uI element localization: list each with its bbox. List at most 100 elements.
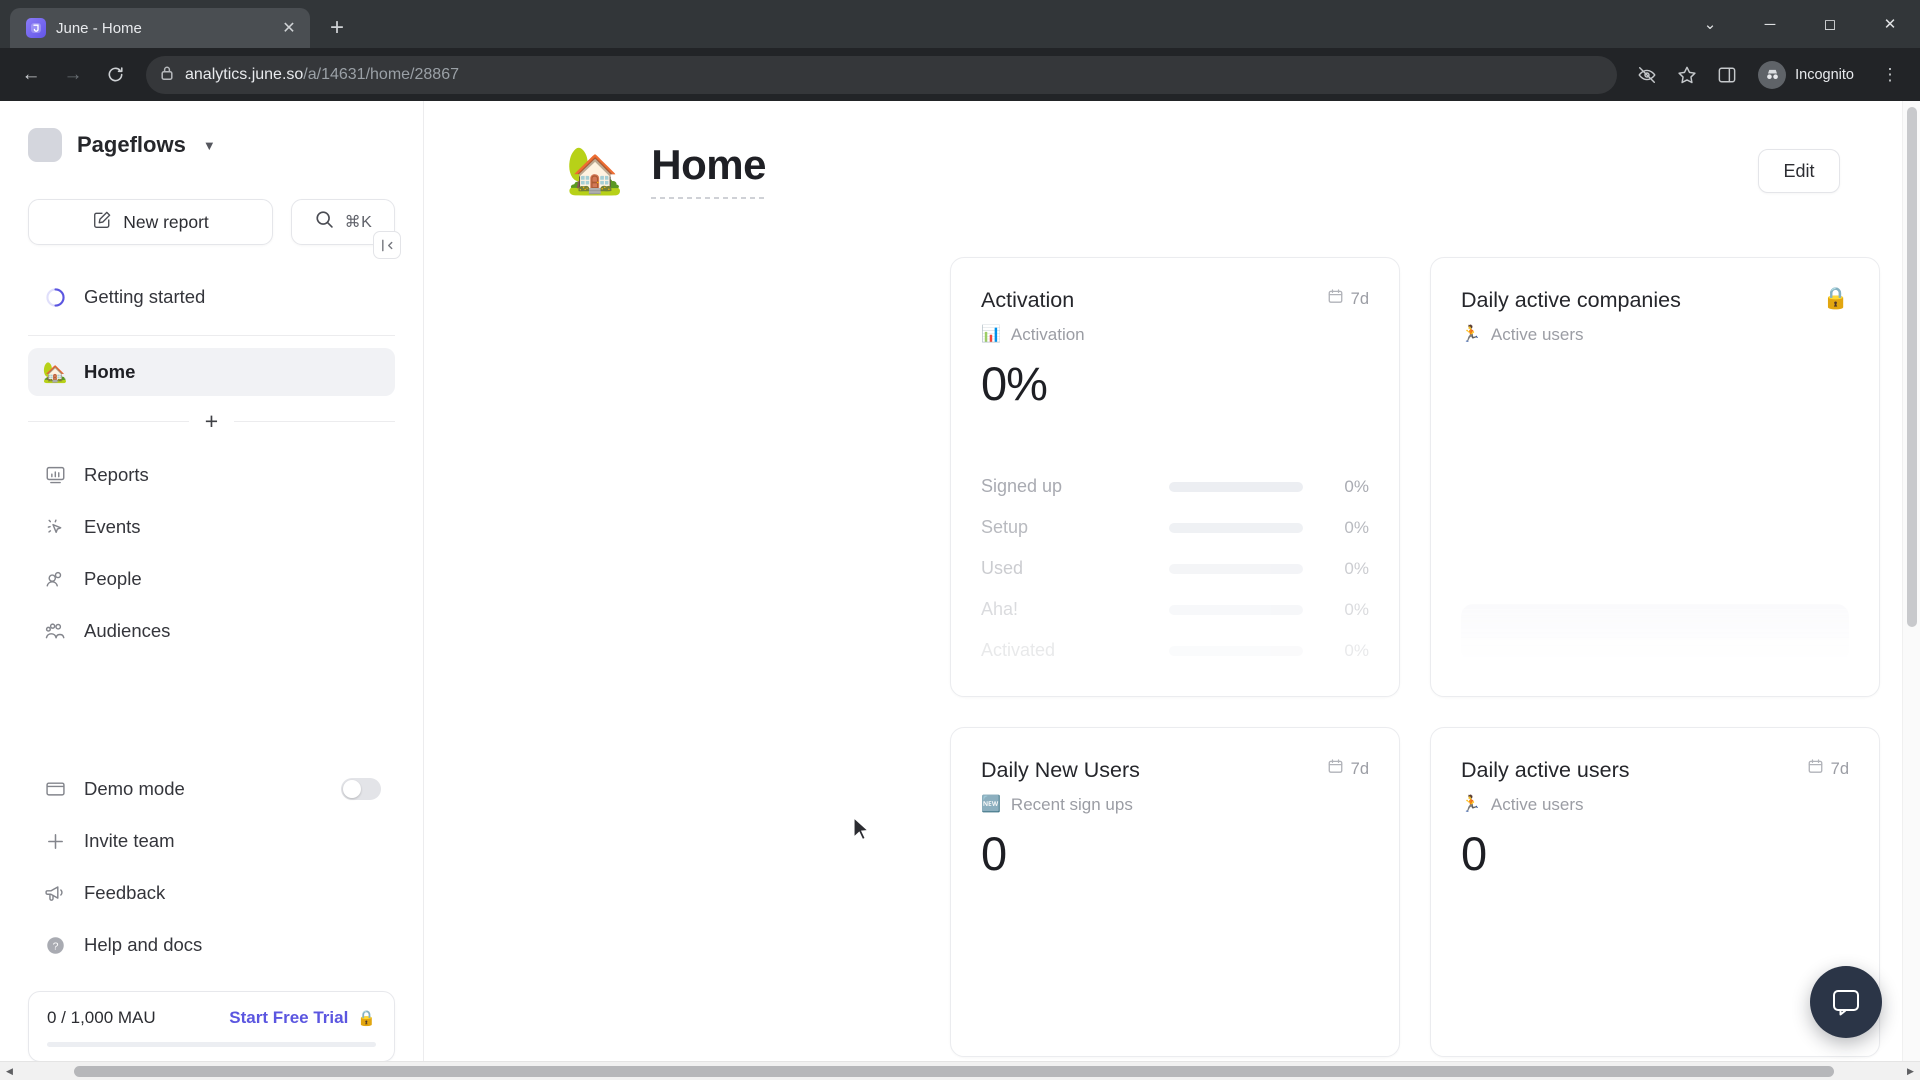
page-title: Home — [651, 141, 766, 189]
sidebar-item-label: People — [84, 568, 142, 590]
side-panel-icon[interactable] — [1709, 57, 1745, 93]
date-range-badge[interactable]: 7d — [1327, 758, 1369, 780]
activation-funnel: Signed up 0% Setup 0% Used — [981, 466, 1369, 671]
sidebar-header: Pageflows ▼ — [0, 101, 423, 167]
lock-emoji-icon[interactable]: 🔒 — [1823, 288, 1849, 309]
card-header: Daily active users 🏃 Active users — [1461, 758, 1849, 815]
reload-icon[interactable] — [96, 56, 134, 94]
funnel-step-value: 0% — [1321, 477, 1369, 497]
card-stat-value: 0 — [1461, 829, 1849, 878]
new-tab-button[interactable]: + — [320, 11, 354, 45]
sidebar-item-events[interactable]: Events — [28, 503, 395, 551]
card-title: Daily active users — [1461, 758, 1629, 784]
card-header: Daily active companies 🏃 Active users 🔒 — [1461, 288, 1849, 345]
vertical-scrollbar-thumb[interactable] — [1907, 107, 1917, 627]
card-subtitle-label: Recent sign ups — [1011, 795, 1133, 815]
card-daily-new-users[interactable]: Daily New Users 🆕 Recent sign ups — [950, 727, 1400, 1057]
close-icon[interactable]: ✕ — [278, 17, 300, 39]
card-subtitle: 🏃 Active users — [1461, 795, 1629, 815]
demo-mode-icon — [42, 778, 68, 801]
funnel-step-bar — [1169, 523, 1303, 533]
funnel-row: Activated 0% — [981, 630, 1369, 671]
demo-mode-toggle[interactable] — [341, 778, 381, 800]
app-sidebar: Pageflows ▼ Ne — [0, 101, 424, 1080]
sidebar-item-label: Audiences — [84, 620, 170, 642]
mau-usage-card: 0 / 1,000 MAU Start Free Trial 🔒 — [28, 991, 395, 1062]
sidebar-item-label: Help and docs — [84, 934, 202, 956]
tab-search-icon[interactable]: ⌄ — [1680, 0, 1740, 48]
sidebar-item-invite-team[interactable]: Invite team — [28, 817, 395, 865]
funnel-step-value: 0% — [1321, 641, 1369, 661]
divider-line-right — [234, 421, 395, 422]
funnel-step-value: 0% — [1321, 518, 1369, 538]
funnel-row: Setup 0% — [981, 507, 1369, 548]
arrow-right-icon[interactable]: → — [54, 56, 92, 94]
sidebar-item-audiences[interactable]: Audiences — [28, 607, 395, 655]
house-emoji-icon: 🏡 — [566, 147, 623, 193]
sidebar-item-home[interactable]: 🏡 Home — [28, 348, 395, 396]
minimize-button[interactable]: ─ — [1740, 0, 1800, 48]
card-activation[interactable]: Activation 📊 Activation — [950, 257, 1400, 697]
divider-line-left — [28, 421, 189, 422]
scroll-left-icon[interactable]: ◀ — [0, 1062, 19, 1080]
sidebar-item-help-and-docs[interactable]: ? Help and docs — [28, 921, 395, 969]
support-chat-button[interactable] — [1810, 966, 1882, 1038]
url-text: analytics.june.so/a/14631/home/28867 — [185, 66, 459, 84]
runner-emoji-icon: 🏃 — [1461, 797, 1481, 813]
sidebar-item-feedback[interactable]: Feedback — [28, 869, 395, 917]
close-window-button[interactable]: ✕ — [1860, 0, 1920, 48]
edit-button[interactable]: Edit — [1758, 149, 1840, 193]
sidebar-item-getting-started[interactable]: Getting started — [28, 273, 395, 321]
sidebar-item-demo-mode[interactable]: Demo mode — [28, 765, 395, 813]
start-free-trial-link[interactable]: Start Free Trial 🔒 — [229, 1008, 376, 1028]
arrow-left-icon[interactable]: ← — [12, 56, 50, 94]
new-report-button[interactable]: New report — [28, 199, 273, 245]
workspace-logo-icon — [28, 128, 62, 162]
mau-count-label: 0 / 1,000 MAU — [47, 1008, 156, 1028]
profile-chip[interactable]: Incognito — [1753, 57, 1868, 93]
funnel-step-bar — [1169, 605, 1303, 615]
plus-icon — [42, 831, 68, 852]
funnel-step-label: Used — [981, 558, 1151, 579]
eye-off-icon[interactable] — [1629, 57, 1665, 93]
page-title-box: Home — [651, 141, 766, 199]
date-range-label: 7d — [1351, 290, 1369, 309]
maximize-button[interactable]: ◻ — [1800, 0, 1860, 48]
horizontal-scrollbar[interactable]: ◀ ▶ — [0, 1061, 1920, 1080]
vertical-scrollbar[interactable] — [1902, 101, 1920, 1080]
browser-tab[interactable]: June - Home ✕ — [10, 8, 310, 48]
bar-chart-emoji-icon: 📊 — [981, 327, 1001, 343]
sidebar-item-reports[interactable]: Reports — [28, 451, 395, 499]
search-icon — [314, 209, 335, 235]
browser-window: June - Home ✕ + ⌄ ─ ◻ ✕ ← → — [0, 0, 1920, 1080]
date-range-badge[interactable]: 7d — [1807, 758, 1849, 780]
funnel-row: Used 0% — [981, 548, 1369, 589]
window-controls: ⌄ ─ ◻ ✕ — [1680, 0, 1920, 48]
title-underline — [651, 197, 766, 199]
sidebar-item-people[interactable]: People — [28, 555, 395, 603]
sidebar-utilities: Demo mode Invite team — [0, 761, 423, 969]
funnel-step-bar — [1169, 564, 1303, 574]
svg-text:?: ? — [52, 940, 58, 952]
date-range-label: 7d — [1831, 760, 1849, 779]
collapse-sidebar-icon[interactable] — [373, 231, 401, 259]
card-stat-value: 0% — [981, 359, 1369, 408]
people-icon — [42, 568, 68, 591]
lock-emoji-icon: 🔒 — [357, 1009, 376, 1027]
date-range-badge[interactable]: 7d — [1327, 288, 1369, 310]
page-viewport: Pageflows ▼ Ne — [0, 101, 1920, 1080]
tab-strip: June - Home ✕ + ⌄ ─ ◻ ✕ — [0, 0, 1920, 48]
workspace-name: Pageflows — [77, 132, 186, 158]
address-bar[interactable]: analytics.june.so/a/14631/home/28867 — [146, 56, 1617, 94]
card-title: Daily New Users — [981, 758, 1140, 784]
card-daily-active-companies[interactable]: Daily active companies 🏃 Active users 🔒 — [1430, 257, 1880, 697]
lock-icon — [160, 65, 174, 84]
kebab-menu-icon[interactable]: ⋮ — [1872, 57, 1908, 93]
scroll-right-icon[interactable]: ▶ — [1901, 1062, 1920, 1080]
plus-icon[interactable]: + — [189, 410, 234, 433]
star-icon[interactable] — [1669, 57, 1705, 93]
horizontal-scrollbar-track[interactable] — [19, 1062, 1901, 1080]
workspace-switcher[interactable]: Pageflows ▼ — [28, 123, 395, 167]
incognito-avatar-icon — [1758, 61, 1786, 89]
horizontal-scrollbar-thumb[interactable] — [74, 1066, 1834, 1077]
